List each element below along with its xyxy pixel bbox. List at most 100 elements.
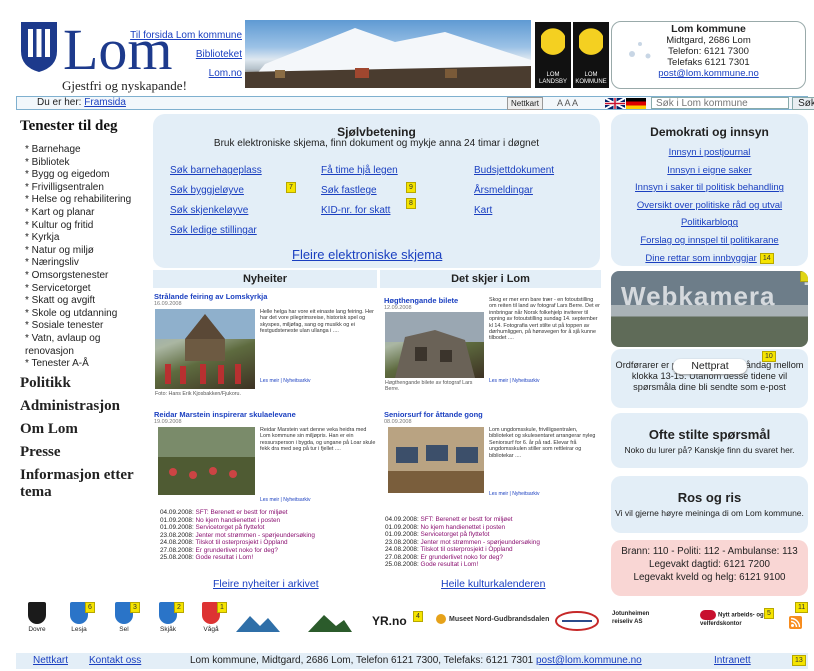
- news-read-more[interactable]: Les meir | Nyheitsarkiv: [260, 497, 310, 503]
- nettkart-button[interactable]: Nettkart: [507, 97, 544, 110]
- yr-logo[interactable]: YR.no: [372, 614, 407, 628]
- democracy-link[interactable]: Forslag og innspel til politikarane: [611, 232, 808, 250]
- lom-coat-of-arms-icon[interactable]: [20, 21, 58, 73]
- event-title[interactable]: Er grunderlivet noko for deg?: [421, 554, 503, 561]
- self-link[interactable]: Søk ledige stillingar: [170, 225, 257, 236]
- news-title[interactable]: Jenter mot strømmen - spørjeundersøking: [196, 532, 315, 539]
- text-size-control[interactable]: A A A: [557, 97, 578, 109]
- self-link[interactable]: Søk skjenkeløyve: [170, 205, 248, 216]
- search-button[interactable]: Søk: [792, 97, 814, 110]
- nav-item[interactable]: Frivilligsentralen: [25, 182, 150, 195]
- news-article-image[interactable]: [158, 427, 255, 495]
- self-link[interactable]: Kart: [474, 205, 492, 216]
- self-link[interactable]: Søk byggjeløyve: [170, 185, 244, 196]
- emblem-lom-kommune[interactable]: LOM KOMMUNE: [573, 22, 609, 88]
- nav-item[interactable]: Kultur og fritid: [25, 220, 150, 233]
- nav-item[interactable]: Vatn, avlaup og renovasjon: [25, 333, 150, 358]
- democracy-link[interactable]: Innsyn i saker til politisk behandling: [611, 179, 808, 197]
- faq-panel[interactable]: Ofte stilte spørsmål Noko du lurer på? K…: [611, 413, 808, 468]
- news-title[interactable]: SFT: Berenett er bestt for miljøet: [196, 509, 288, 516]
- news-article-title[interactable]: Strålande feiring av Lomskyrkja: [154, 292, 267, 301]
- museum-logo[interactable]: Museet Nord-Gudbrandsdalen: [436, 614, 549, 624]
- rss-icon[interactable]: [789, 616, 802, 629]
- link-home[interactable]: Til forsida Lom kommune: [130, 30, 242, 41]
- feedback-panel[interactable]: Ros og ris Vi vil gjerne høyre meininga …: [611, 476, 808, 533]
- footer-nettkart-link[interactable]: Nettkart: [33, 653, 68, 669]
- nasjonalpark-logo-icon[interactable]: [306, 612, 354, 634]
- news-title[interactable]: Gode resultat i Lom!: [196, 554, 254, 561]
- self-link[interactable]: Søk barnehageplass: [170, 165, 262, 176]
- red-oval-logo-icon[interactable]: [554, 610, 600, 632]
- nav-item[interactable]: Natur og miljø: [25, 245, 150, 258]
- nav-item[interactable]: Servicetorget: [25, 283, 150, 296]
- news-list-item[interactable]: 25.08.2008: Gode resultat i Lom!: [160, 554, 315, 562]
- news-list-item[interactable]: 23.08.2008: Jenter mot strømmen - spørje…: [160, 532, 315, 540]
- event-list-item[interactable]: 24.08.2008: Tilskot til osterprosjekt i …: [385, 546, 540, 554]
- uk-flag-icon[interactable]: [604, 97, 626, 110]
- self-link[interactable]: Budsjettdokument: [474, 165, 554, 176]
- nav-item[interactable]: Bibliotek: [25, 157, 150, 170]
- event-article-title[interactable]: Høgthengande bilete: [384, 296, 458, 305]
- footer-contact-link[interactable]: Kontakt oss: [89, 653, 141, 669]
- crest-dovre[interactable]: Dovre: [22, 602, 52, 633]
- self-link[interactable]: Årsmeldingar: [474, 185, 533, 196]
- event-read-more[interactable]: Les meir | Nyheitsarkiv: [489, 491, 539, 497]
- news-article-image[interactable]: [155, 309, 255, 389]
- crest-lesja[interactable]: Lesja 6: [64, 602, 95, 633]
- nav-item[interactable]: Kart og planar: [25, 207, 150, 220]
- event-title[interactable]: Tilskot til osterprosjekt i Oppland: [420, 546, 512, 553]
- event-title[interactable]: Jenter mot strømmen - spørjeundersøking: [421, 539, 540, 546]
- nav-section-administrasjon[interactable]: Administrasjon: [20, 398, 150, 415]
- link-lom-no[interactable]: Lom.no: [209, 68, 242, 79]
- event-list-item[interactable]: 04.09.2008: SFT: Berenett er bestt for m…: [385, 516, 540, 524]
- democracy-link[interactable]: Innsyn i eigne saker: [611, 162, 808, 180]
- nav-item[interactable]: Skatt og avgift: [25, 295, 150, 308]
- news-title[interactable]: Tilskot til osterprosjekt i Oppland: [195, 539, 287, 546]
- nav-item[interactable]: Helse og rehabilitering: [25, 194, 150, 207]
- news-list-item[interactable]: 04.09.2008: SFT: Berenett er bestt for m…: [160, 509, 315, 517]
- event-article-title[interactable]: Seniorsurf for åttande gong: [384, 410, 483, 419]
- news-title[interactable]: Er grunderlivet noko for deg?: [196, 547, 278, 554]
- self-link[interactable]: Få time hjå legen: [321, 165, 398, 176]
- event-title[interactable]: Gode resultat i Lom!: [421, 561, 479, 568]
- news-title[interactable]: Servicetorget på flyttefot: [196, 524, 265, 531]
- more-forms-link[interactable]: Fleire elektroniske skjema: [292, 247, 442, 262]
- democracy-link[interactable]: Innsyn i postjournal: [611, 144, 808, 162]
- nav-section-om-lom[interactable]: Om Lom: [20, 421, 150, 438]
- news-archive-link[interactable]: Fleire nyheiter i arkivet: [213, 578, 319, 590]
- nav-item[interactable]: Bygg og eigedom: [25, 169, 150, 182]
- event-article-image[interactable]: [385, 312, 484, 378]
- news-list-item[interactable]: 01.09.2008: No kjem handienettet i poste…: [160, 517, 315, 525]
- event-list-item[interactable]: 27.08.2008: Er grunderlivet noko for deg…: [385, 554, 540, 562]
- nav-item[interactable]: Tenester A-Å: [25, 358, 150, 371]
- footer-email-link[interactable]: post@lom.kommune.no: [536, 655, 642, 666]
- nav-section-informasjon[interactable]: Informasjon etter tema: [20, 467, 150, 501]
- news-article-title[interactable]: Reidar Marstein inspirerar skulaelevane: [154, 410, 296, 419]
- democracy-link[interactable]: Oversikt over politiske råd og utval: [611, 197, 808, 215]
- nav-section-presse[interactable]: Presse: [20, 444, 150, 461]
- democracy-link[interactable]: Dine rettar som innbyggjar: [645, 253, 756, 264]
- event-article-image[interactable]: [388, 427, 484, 493]
- event-list-item[interactable]: 01.09.2008: Servicetorget på flyttefot: [385, 531, 540, 539]
- event-list-item[interactable]: 01.09.2008: No kjem handienettet i poste…: [385, 524, 540, 532]
- event-title[interactable]: No kjem handienettet i posten: [421, 524, 506, 531]
- nav-section-politikk[interactable]: Politikk: [20, 375, 150, 392]
- self-link[interactable]: Søk fastlege: [321, 185, 377, 196]
- crest-vaga[interactable]: Vågå 1: [196, 602, 227, 633]
- self-link[interactable]: KID-nr. for skatt: [321, 205, 390, 216]
- news-title[interactable]: No kjem handienettet i posten: [196, 517, 281, 524]
- contact-email-link[interactable]: post@lom.kommune.no: [658, 68, 758, 79]
- event-title[interactable]: SFT: Berenett er bestt for miljøet: [421, 516, 513, 523]
- news-list-item[interactable]: 01.09.2008: Servicetorget på flyttefot: [160, 524, 315, 532]
- webcam-panel[interactable]: Webkamera 12: [611, 271, 808, 347]
- nav-item[interactable]: Kyrkja: [25, 232, 150, 245]
- news-list-item[interactable]: 24.08.2008: Tilskot til osterprosjekt i …: [160, 539, 315, 547]
- breadcrumb-home-link[interactable]: Framsida: [84, 97, 126, 108]
- event-list-item[interactable]: 25.08.2008: Gode resultat i Lom!: [385, 561, 540, 569]
- nettprat-button[interactable]: Nettprat: [673, 359, 747, 374]
- nav-item[interactable]: Barnehage: [25, 144, 150, 157]
- search-input[interactable]: [651, 97, 789, 109]
- german-flag-icon[interactable]: [626, 98, 646, 109]
- event-title[interactable]: Servicetorget på flyttefot: [421, 531, 490, 538]
- democracy-link[interactable]: Politikarblogg: [611, 214, 808, 232]
